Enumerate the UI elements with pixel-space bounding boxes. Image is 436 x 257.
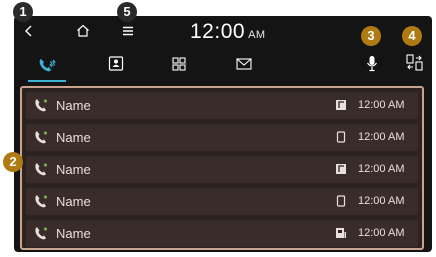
call-row[interactable]: Name 12:00 AM xyxy=(26,92,418,119)
tablet-icon xyxy=(336,164,346,174)
phone-icon xyxy=(35,227,48,240)
active-tab-indicator xyxy=(28,80,66,82)
mobile-icon xyxy=(336,195,346,207)
call-history-list: Name 12:00 AM Name 12:00 AM Name 12:00 A… xyxy=(20,86,424,250)
tab-call-log[interactable] xyxy=(38,57,58,73)
tab-contacts[interactable] xyxy=(108,56,124,71)
clock-ampm: AM xyxy=(248,29,266,41)
contact-name: Name xyxy=(56,130,91,145)
callout-2: 2 xyxy=(3,152,23,172)
contact-name: Name xyxy=(56,162,91,177)
call-time: 12:00 AM xyxy=(358,227,405,239)
call-time: 12:00 AM xyxy=(358,99,405,111)
contact-name: Name xyxy=(56,226,91,241)
tab-keypad[interactable] xyxy=(172,57,186,71)
call-row[interactable]: Name 12:00 AM xyxy=(26,188,418,215)
clock-time: 12:00 xyxy=(190,20,246,43)
call-row[interactable]: Name 12:00 AM xyxy=(26,124,418,151)
tablet-icon xyxy=(336,100,346,110)
callout-4: 4 xyxy=(402,26,422,46)
back-icon[interactable] xyxy=(24,25,34,37)
tab-bar xyxy=(14,50,432,84)
phone-icon xyxy=(35,163,48,176)
tab-messages[interactable] xyxy=(236,58,252,70)
clock: 12:00 AM xyxy=(190,20,266,44)
contact-name: Name xyxy=(56,194,91,209)
callout-1: 1 xyxy=(13,2,33,22)
phone-icon xyxy=(35,131,48,144)
call-row[interactable]: Name 12:00 AM xyxy=(26,156,418,183)
car-icon xyxy=(336,228,346,238)
call-row[interactable]: Name 12:00 AM xyxy=(26,220,418,247)
contact-name: Name xyxy=(56,98,91,113)
callout-5: 5 xyxy=(117,2,137,22)
call-time: 12:00 AM xyxy=(358,131,405,143)
menu-icon[interactable] xyxy=(122,26,134,36)
phone-screen: 12:00 AM Name 12:00 AM Name 12:00 AM Nam… xyxy=(14,16,432,252)
home-icon[interactable] xyxy=(76,24,90,37)
phone-icon xyxy=(35,195,48,208)
mobile-icon xyxy=(336,131,346,143)
phone-icon xyxy=(35,99,48,112)
call-time: 12:00 AM xyxy=(358,163,405,175)
callout-3: 3 xyxy=(361,26,381,46)
call-time: 12:00 AM xyxy=(358,195,405,207)
